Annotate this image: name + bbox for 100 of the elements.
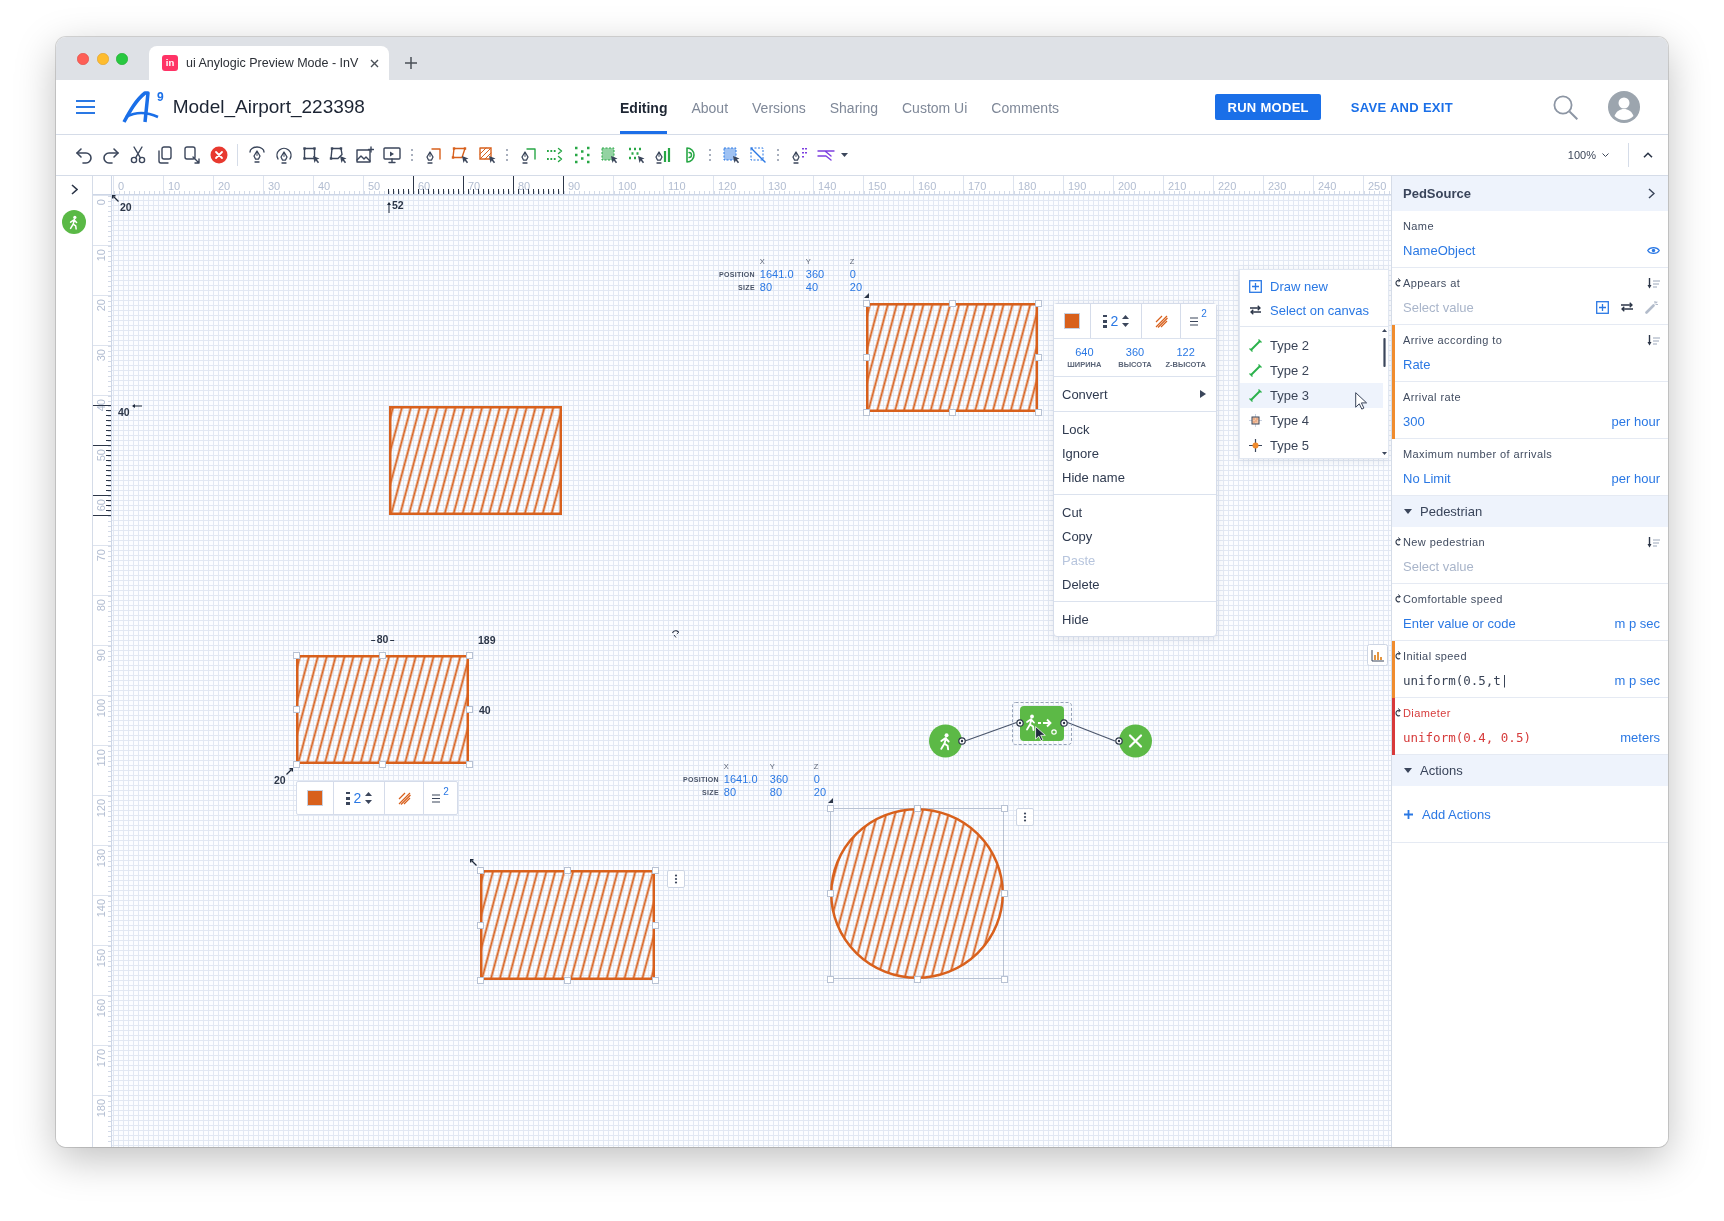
menu-icon[interactable] [76,100,95,114]
resize-handle[interactable] [293,761,300,768]
menu-item[interactable]: Lock [1054,417,1216,441]
walker-node[interactable] [928,724,967,758]
filled-square-icon[interactable] [721,146,740,164]
menu-item[interactable]: Draw new [1240,274,1388,298]
undo-icon[interactable] [74,146,93,164]
hatched-square-icon[interactable] [477,146,496,164]
bar-chart-icon[interactable] [1367,644,1388,666]
value-field[interactable]: 300 [1403,413,1425,429]
caret-down-icon[interactable] [841,153,848,157]
hatch-pattern-icon[interactable] [397,791,411,805]
resize-handle[interactable] [1001,890,1008,897]
resize-handle[interactable] [564,867,571,874]
menu-item[interactable]: Type 2 [1240,358,1383,383]
scrollbar[interactable] [1382,329,1387,455]
more-options-icon[interactable] [1016,808,1034,826]
resize-handle[interactable] [827,890,834,897]
run-model-button[interactable]: RUN MODEL [1215,94,1321,120]
eye-icon[interactable] [1647,245,1660,255]
dotted-square-icon[interactable] [599,146,618,164]
cross-node[interactable] [1114,724,1152,758]
hatched-circle[interactable] [830,808,1004,979]
pen-bars-icon[interactable] [653,146,672,164]
delete-icon[interactable] [209,146,228,164]
list-icon[interactable] [1190,316,1199,326]
hatched-rectangle[interactable] [866,303,1038,412]
pen-curve-icon[interactable] [247,146,266,164]
nav-tab[interactable]: Custom Ui [902,80,968,134]
resize-handle[interactable] [949,300,956,307]
scissors-icon[interactable] [128,146,147,164]
resize-handle[interactable] [914,976,921,983]
menu-item[interactable]: Select on canvas [1240,298,1388,322]
select-rectangle-icon[interactable] [301,146,320,164]
chevron-right-icon[interactable] [1648,188,1655,199]
walker-exit-node[interactable] [1012,701,1072,745]
resize-handle[interactable] [1001,805,1008,812]
menu-item[interactable]: Cut [1054,500,1216,524]
sort-icon[interactable] [1647,277,1660,289]
menu-item[interactable]: Hide [1054,607,1216,631]
resize-handle[interactable] [827,805,834,812]
nav-tab[interactable]: Sharing [829,80,878,134]
resize-handle[interactable] [827,976,834,983]
new-tab-icon[interactable] [405,57,417,69]
redo-icon[interactable] [101,146,120,164]
resize-handle[interactable] [477,922,484,929]
hatch-pattern-icon[interactable] [1154,314,1168,328]
resize-handle[interactable] [379,652,386,659]
menu-item[interactable]: Type 3 [1240,383,1383,408]
hatched-rectangle[interactable] [389,406,562,515]
dotted-grid-icon[interactable] [572,146,591,164]
window-close-icon[interactable] [77,53,89,65]
color-swatch-icon[interactable] [1064,313,1080,329]
value-field[interactable]: Enter value or code [1403,615,1516,631]
copy-icon[interactable] [155,146,174,164]
nav-tab[interactable]: Versions [752,80,806,134]
resize-handle[interactable] [914,805,921,812]
menu-item[interactable]: Type 4 [1240,408,1383,433]
nav-tab[interactable]: Comments [991,80,1060,134]
swap-icon[interactable] [1620,302,1634,312]
tab-close-icon[interactable] [370,58,379,68]
select-polygon-icon[interactable] [328,146,347,164]
duplicate-icon[interactable] [182,146,201,164]
menu-item[interactable]: Delete [1054,572,1216,596]
add-image-icon[interactable] [355,146,374,164]
connector-line[interactable] [1066,721,1116,742]
resize-handle[interactable] [466,706,473,713]
resize-handle[interactable] [1035,409,1042,416]
code-field[interactable]: uniform(0.4, 0.5) [1403,729,1531,745]
resize-handle[interactable] [652,977,659,984]
resize-handle[interactable] [477,977,484,984]
search-icon[interactable] [1553,94,1578,120]
sort-icon[interactable] [1647,536,1660,548]
value-field[interactable]: No Limit [1403,470,1451,486]
resize-handle[interactable] [863,409,870,416]
browser-tab[interactable]: in ui Anylogic Preview Mode - InV [149,46,389,80]
hatched-rectangle[interactable] [296,655,469,764]
resize-handle[interactable] [466,761,473,768]
add-square-icon[interactable] [1596,300,1609,314]
more-options-icon[interactable] [667,870,685,888]
resize-handle[interactable] [863,354,870,361]
menu-item[interactable]: Type 2 [1240,333,1383,358]
resize-handle[interactable] [652,922,659,929]
avatar-icon[interactable] [1608,91,1640,123]
line-width-stepper[interactable]: 2 [1090,304,1141,338]
hatched-rectangle[interactable] [480,870,655,980]
menu-item[interactable]: Copy [1054,524,1216,548]
window-maximize-icon[interactable] [116,53,128,65]
section-header[interactable]: Actions [1392,755,1668,786]
color-swatch-icon[interactable] [307,790,323,806]
pen-arc-icon[interactable] [274,146,293,164]
nav-tab[interactable]: About [691,80,729,134]
list-icon[interactable] [432,793,441,803]
save-and-exit-button[interactable]: SAVE AND EXIT [1350,99,1453,115]
code-field[interactable]: uniform(0.5,t| [1403,672,1509,688]
menu-item[interactable]: Ignore [1054,441,1216,465]
section-header[interactable]: Pedestrian [1392,496,1668,527]
resize-handle[interactable] [466,652,473,659]
menu-item[interactable]: Hide name [1054,465,1216,489]
value-field[interactable]: Rate [1403,356,1431,372]
